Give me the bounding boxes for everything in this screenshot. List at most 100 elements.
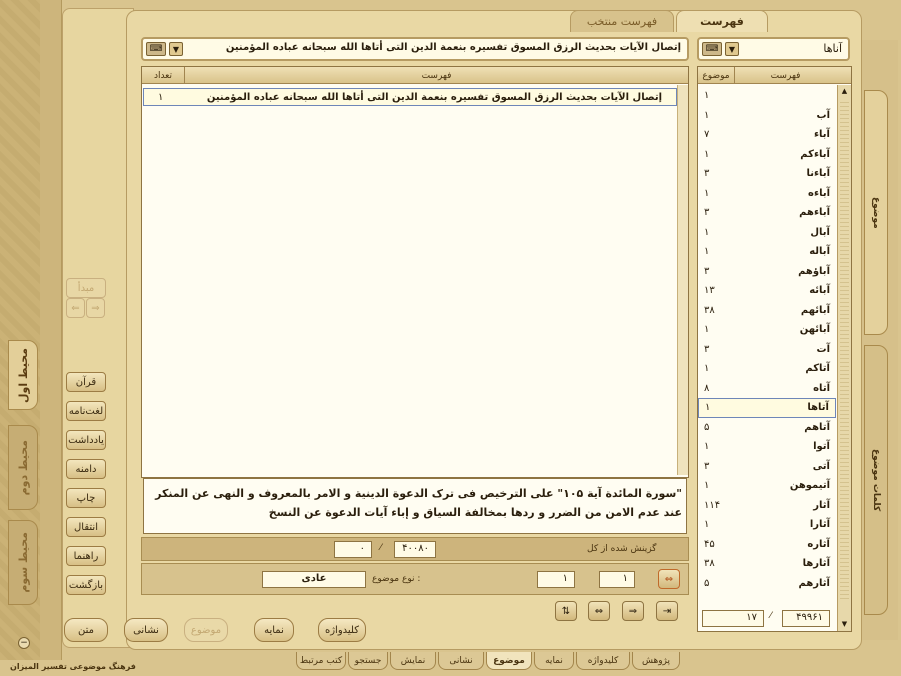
word-row[interactable]: آتوا ۱ <box>698 437 836 457</box>
word-row[interactable]: آباء ۷ <box>698 125 836 145</box>
word-row[interactable]: آتاها ۱ <box>698 398 836 418</box>
tab-env-2-label: محیط دوم <box>16 439 30 496</box>
keyword-button[interactable]: کلیدواژه <box>318 618 366 642</box>
word-label: آتوا <box>813 441 830 453</box>
word-count: ۳ <box>704 265 710 277</box>
tab-index[interactable]: فهرست <box>676 10 768 32</box>
minimize-icon[interactable]: − <box>18 637 30 649</box>
word-count: ۱ <box>704 324 710 336</box>
word-search-value: آناها <box>823 42 842 55</box>
tab-env-1[interactable]: محیط اول <box>8 340 38 410</box>
tab-env-2[interactable]: محیط دوم <box>8 425 38 510</box>
tab-selected-index[interactable]: فهرست منتخب <box>570 10 674 32</box>
col-index-header[interactable]: فهرست <box>734 67 836 84</box>
index-button[interactable]: نمایه <box>254 618 294 642</box>
word-row[interactable]: آتاکم ۱ <box>698 359 836 379</box>
word-row[interactable]: آثارهم ۵ <box>698 574 836 594</box>
tab-address[interactable]: نشانی <box>438 652 484 670</box>
word-row[interactable]: آبائه ۱۳ <box>698 281 836 301</box>
word-row[interactable]: آثارها ۳۸ <box>698 554 836 574</box>
keyboard-icon[interactable]: ⌨ <box>146 42 166 56</box>
word-label: آب <box>816 109 830 121</box>
nav-next-button[interactable]: ⇔ <box>658 569 680 589</box>
transfer-button[interactable]: انتقال <box>66 517 106 537</box>
col-count-header[interactable]: تعداد <box>142 67 184 84</box>
quran-button[interactable]: قرآن <box>66 372 106 392</box>
page-current-field[interactable]: ۱ <box>599 571 635 588</box>
word-count: ۱ <box>705 402 711 414</box>
tab-topic-words-side[interactable]: کلمات موضوع <box>864 345 888 615</box>
dictionary-button[interactable]: لغت‌نامه <box>66 401 106 421</box>
total-words-field: ۴۹۹۶۱ <box>782 610 830 627</box>
scroll-down-icon[interactable]: ▼ <box>840 620 849 629</box>
word-list-scrollbar[interactable]: ▲ ▼ <box>837 85 851 631</box>
word-row[interactable]: آثارا ۱ <box>698 515 836 535</box>
tab-topic-side[interactable]: موضوع <box>864 90 888 335</box>
word-row[interactable]: آب ۱ <box>698 106 836 126</box>
word-row[interactable]: آباءکم ۱ <box>698 145 836 165</box>
word-row[interactable]: آتی ۳ <box>698 457 836 477</box>
topic-list-scrollbar[interactable] <box>677 85 688 475</box>
nav-last-button[interactable]: ⇥ <box>656 601 678 621</box>
word-row[interactable]: آت ۳ <box>698 340 836 360</box>
selected-field: ۰ <box>334 541 372 558</box>
word-row[interactable]: آثاره ۴۵ <box>698 535 836 555</box>
dropdown-arrow-icon[interactable]: ▼ <box>169 42 183 56</box>
scroll-track[interactable] <box>840 99 849 599</box>
nav-expand-button[interactable]: ⇔ <box>588 601 610 621</box>
word-row[interactable]: آباءه ۱ <box>698 184 836 204</box>
topic-search-input[interactable]: إتصال الآیات بحدیث الرزق المسوق تفسیره ب… <box>141 37 689 61</box>
topic-row-text: إتصال الآیات بحدیث الرزق المسوق تفسیره ب… <box>206 91 662 103</box>
tab-index[interactable]: نمایه <box>534 652 574 670</box>
dropdown-arrow-icon[interactable]: ▼ <box>725 42 739 56</box>
tab-keyword[interactable]: کلیدواژه <box>576 652 630 670</box>
col-index-header[interactable]: فهرست <box>184 67 688 84</box>
keyboard-icon[interactable]: ⌨ <box>702 42 722 56</box>
word-count: ۱ <box>704 148 710 160</box>
tab-topic[interactable]: موضوع <box>486 652 532 670</box>
scroll-up-icon[interactable]: ▲ <box>840 87 849 96</box>
arrow-right-button[interactable]: ⇒ <box>86 298 105 318</box>
word-row[interactable]: آباؤهم ۳ <box>698 262 836 282</box>
back-button[interactable]: بازگشت <box>66 575 106 595</box>
nav-forward-button[interactable]: ⇒ <box>622 601 644 621</box>
tab-display[interactable]: نمایش <box>390 652 436 670</box>
word-row[interactable]: آتاه ۸ <box>698 379 836 399</box>
help-button[interactable]: راهنما <box>66 546 106 566</box>
word-label: آثاره <box>807 538 830 550</box>
word-row[interactable]: آتاهم ۵ <box>698 418 836 438</box>
col-count-header[interactable]: موضوع <box>698 67 734 84</box>
word-count: ۱۱۴ <box>704 499 721 511</box>
scope-button[interactable]: دامنه <box>66 459 106 479</box>
word-row[interactable]: آبائهم ۳۸ <box>698 301 836 321</box>
nav-up-down-button[interactable]: ⇅ <box>555 601 577 621</box>
current-word-field[interactable]: ۱۷ <box>702 610 764 627</box>
word-row[interactable]: آبائهن ۱ <box>698 320 836 340</box>
word-row[interactable]: آثار ۱۱۴ <box>698 496 836 516</box>
word-label: آثارهم <box>798 577 830 589</box>
page-total-field[interactable]: ۱ <box>537 571 575 588</box>
word-row[interactable]: آبال ۱ <box>698 223 836 243</box>
text-button[interactable]: متن <box>64 618 108 642</box>
word-row[interactable]: آباءهم ۳ <box>698 203 836 223</box>
word-count: ۱ <box>704 226 710 238</box>
tab-env-3[interactable]: محیط سوم <box>8 520 38 605</box>
word-row[interactable]: ۱ <box>698 86 836 106</box>
start-button[interactable]: مبدأ <box>66 278 106 298</box>
notes-button[interactable]: یادداشت <box>66 430 106 450</box>
tab-research[interactable]: پژوهش <box>632 652 680 670</box>
word-row[interactable]: آباله ۱ <box>698 242 836 262</box>
word-count: ۱ <box>704 109 710 121</box>
topic-list <box>141 66 689 478</box>
word-row[interactable]: آباءنا ۳ <box>698 164 836 184</box>
word-count: ۳۸ <box>704 558 715 570</box>
tab-search[interactable]: جستجو <box>348 652 388 670</box>
print-button[interactable]: چاپ <box>66 488 106 508</box>
topic-row[interactable]: إتصال الآیات بحدیث الرزق المسوق تفسیره ب… <box>143 88 677 106</box>
word-count: ۷ <box>704 129 710 141</box>
topic-button[interactable]: موضوع <box>184 618 228 642</box>
tab-related-books[interactable]: کتب مرتبط <box>296 652 346 670</box>
word-row[interactable]: آتیموهن ۱ <box>698 476 836 496</box>
address-button[interactable]: نشانی <box>124 618 168 642</box>
arrow-left-button[interactable]: ⇐ <box>66 298 85 318</box>
